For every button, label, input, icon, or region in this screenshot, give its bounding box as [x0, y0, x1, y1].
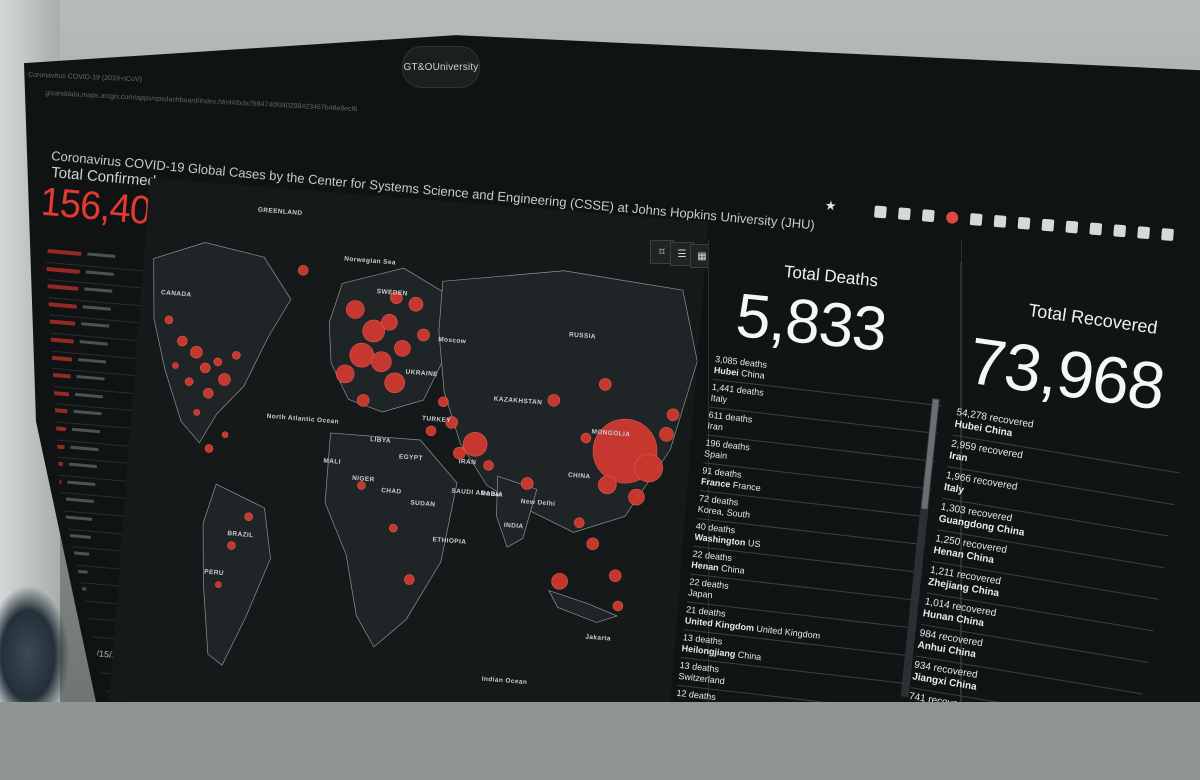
case-bubble [551, 573, 568, 590]
case-bubble [204, 444, 214, 453]
country-name: Spain [703, 448, 728, 461]
country-name: US [747, 537, 761, 550]
map-label: CHAD [380, 487, 402, 496]
background-plant [0, 585, 70, 702]
asia-landmass [438, 270, 698, 533]
extension-icon[interactable] [969, 213, 983, 226]
region-name: Henan [690, 559, 720, 573]
webcam-label: GT&OUniversity [402, 46, 480, 88]
indonesia-landmass [548, 589, 619, 623]
map-label: INDIA [503, 521, 524, 531]
list-item[interactable] [2, 757, 103, 779]
case-bubble [612, 600, 624, 612]
list-item[interactable] [7, 705, 108, 727]
extension-icon[interactable] [1137, 226, 1151, 240]
case-bubble [608, 569, 622, 582]
case-bubble [425, 425, 437, 437]
country-name: China [737, 649, 762, 663]
case-bubble [215, 581, 222, 588]
list-item[interactable] [4, 740, 105, 762]
extension-icon[interactable] [1065, 220, 1079, 234]
extension-icon[interactable] [1089, 222, 1103, 236]
country-name: China [740, 368, 766, 381]
case-bubble [586, 537, 599, 551]
world-map[interactable]: GREENLAND Norwegian Sea SWEDEN RUSSIA Mo… [108, 178, 709, 702]
extension-icon[interactable] [873, 205, 887, 219]
country-name: China [720, 563, 746, 576]
extension-icon[interactable] [1161, 228, 1174, 242]
region-name: Iran [948, 450, 969, 465]
extension-icon[interactable] [1017, 216, 1031, 230]
extension-icon[interactable] [921, 209, 935, 223]
case-bubble [172, 362, 179, 369]
list-item[interactable] [5, 722, 106, 744]
country-name: France [732, 479, 762, 494]
region-name: Italy [943, 481, 965, 497]
extension-icon[interactable] [897, 207, 911, 221]
total-deaths-value: 5,833 [732, 280, 890, 365]
region-name: France [700, 476, 731, 490]
extension-icon[interactable] [1113, 224, 1127, 238]
map-label: Dubai [480, 489, 502, 499]
europe-landmass [328, 267, 448, 413]
map-label: IRAN [458, 458, 477, 467]
country-name: Japan [687, 587, 714, 601]
extension-icon[interactable] [1041, 218, 1055, 232]
country-name: Italy [710, 392, 728, 405]
case-bubble [297, 265, 309, 276]
case-bubble [221, 431, 229, 438]
extension-icon[interactable] [945, 211, 959, 225]
extension-icon[interactable] [993, 214, 1007, 228]
star-icon[interactable]: ★ [824, 198, 837, 215]
case-bubble [193, 409, 201, 416]
country-name: Iran [706, 420, 724, 433]
south-america-landmass [202, 483, 271, 666]
region-name: Hubei [713, 364, 740, 378]
map-label: PERU [203, 568, 225, 578]
map-label: MALI [323, 457, 342, 466]
